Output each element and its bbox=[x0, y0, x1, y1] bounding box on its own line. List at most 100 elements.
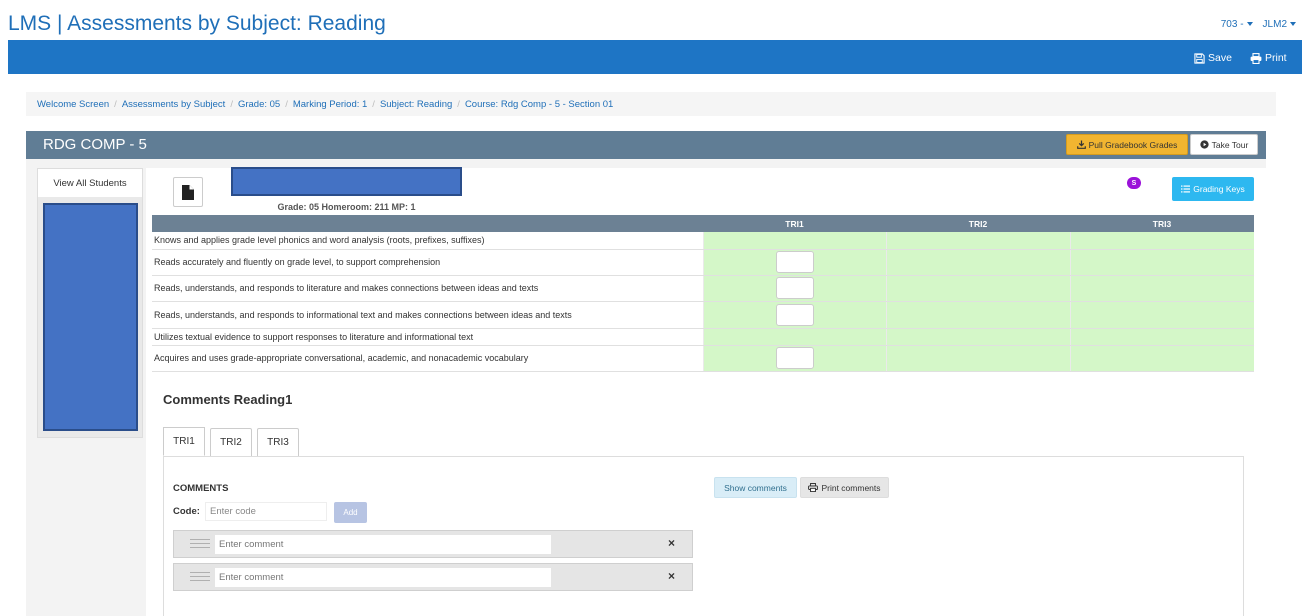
report-document-button[interactable] bbox=[173, 177, 203, 207]
comment-input[interactable] bbox=[215, 535, 551, 554]
student-list-redacted bbox=[43, 203, 138, 431]
app-title: LMS | Assessments by Subject: Reading bbox=[8, 12, 386, 35]
tri1-grade-input[interactable] bbox=[775, 303, 814, 326]
download-icon bbox=[1076, 140, 1086, 149]
tri3-grade-cell bbox=[1069, 232, 1254, 250]
user-dropdown[interactable]: JLM2 bbox=[1263, 19, 1296, 30]
show-comments-button[interactable]: Show comments bbox=[714, 477, 797, 498]
chevron-down-icon bbox=[1246, 22, 1253, 27]
school-dropdown[interactable]: 703 - bbox=[1221, 19, 1253, 30]
breadcrumb-welcome-screen[interactable]: Welcome Screen bbox=[37, 99, 109, 110]
save-button[interactable]: Save bbox=[1194, 52, 1232, 64]
breadcrumb-course[interactable]: Course: Rdg Comp - 5 - Section 01 bbox=[465, 99, 613, 110]
standard-row: Utilizes textual evidence to support res… bbox=[152, 328, 1254, 346]
standard-description: Reads, understands, and responds to info… bbox=[152, 301, 703, 329]
tri3-grade-cell bbox=[1069, 249, 1254, 276]
tri1-grade-input[interactable] bbox=[775, 347, 814, 369]
print-comments-label: Print comments bbox=[821, 482, 881, 493]
standard-row: Reads, understands, and responds to lite… bbox=[152, 275, 1254, 302]
comment-row: × bbox=[173, 563, 693, 591]
tab-tri3[interactable]: TRI3 bbox=[257, 428, 299, 457]
view-all-students-tab[interactable]: View All Students bbox=[38, 169, 142, 197]
tri3-grade-cell bbox=[1069, 301, 1254, 329]
standard-description: Acquires and uses grade-appropriate conv… bbox=[152, 345, 703, 372]
breadcrumb-grade[interactable]: Grade: 05 bbox=[238, 99, 280, 110]
standard-row: Knows and applies grade level phonics an… bbox=[152, 232, 1254, 250]
tri2-grade-cell bbox=[885, 249, 1070, 276]
navbar: Save Print bbox=[8, 40, 1302, 74]
drag-handle-icon[interactable] bbox=[190, 572, 210, 584]
breadcrumb-separator: / bbox=[230, 98, 233, 110]
standard-row: Acquires and uses grade-appropriate conv… bbox=[152, 345, 1254, 372]
breadcrumb: Welcome Screen / Assessments by Subject / … bbox=[26, 92, 1276, 116]
tri2-grade-cell bbox=[885, 328, 1070, 346]
breadcrumb-separator: / bbox=[114, 98, 117, 110]
tri1-grade-cell bbox=[702, 301, 886, 329]
tri2-grade-cell bbox=[885, 275, 1070, 302]
standard-description: Utilizes textual evidence to support res… bbox=[152, 328, 703, 346]
standard-description: Knows and applies grade level phonics an… bbox=[152, 232, 703, 250]
print-button[interactable]: Print bbox=[1250, 52, 1287, 64]
student-info: Grade: 05 Homeroom: 211 MP: 1 bbox=[277, 202, 416, 212]
grade-table-header-row: TRI1 TRI2 TRI3 bbox=[152, 215, 1254, 232]
breadcrumb-subject[interactable]: Subject: Reading bbox=[380, 99, 452, 110]
pull-gradebook-grades-button[interactable]: Pull Gradebook Grades bbox=[1066, 134, 1188, 155]
course-panel-header: RDG COMP - 5 Pull Gradebook Grades Take … bbox=[26, 131, 1266, 159]
take-tour-button[interactable]: Take Tour bbox=[1190, 134, 1258, 155]
close-icon[interactable]: × bbox=[668, 536, 675, 550]
tri1-column-header: TRI1 bbox=[703, 215, 886, 232]
tab-tri2[interactable]: TRI2 bbox=[210, 428, 252, 457]
tri2-grade-cell bbox=[885, 232, 1070, 250]
tri2-column-header: TRI2 bbox=[886, 215, 1070, 232]
comment-row: × bbox=[173, 530, 693, 558]
printer-icon bbox=[808, 483, 819, 492]
document-icon bbox=[182, 184, 194, 200]
grading-keys-button[interactable]: Grading Keys bbox=[1172, 177, 1254, 201]
comments-label: COMMENTS bbox=[173, 483, 229, 494]
chevron-down-icon bbox=[1290, 22, 1296, 27]
grading-scale-badge: S bbox=[1127, 177, 1141, 189]
tab-tri1[interactable]: TRI1 bbox=[163, 427, 205, 456]
print-comments-button[interactable]: Print comments bbox=[800, 477, 889, 498]
student-sidebar: View All Students bbox=[37, 168, 143, 438]
course-title: RDG COMP - 5 bbox=[43, 136, 147, 153]
tri3-grade-cell bbox=[1069, 275, 1254, 302]
grading-keys-label: Grading Keys bbox=[1193, 184, 1245, 194]
floppy-disk-icon bbox=[1194, 52, 1205, 64]
standard-row: Reads, understands, and responds to info… bbox=[152, 301, 1254, 329]
add-code-button[interactable]: Add bbox=[334, 502, 367, 523]
tri3-grade-cell bbox=[1069, 328, 1254, 346]
standard-column-header bbox=[152, 215, 703, 232]
close-icon[interactable]: × bbox=[668, 569, 675, 583]
comments-section-title: Comments Reading1 bbox=[163, 392, 293, 407]
breadcrumb-separator: / bbox=[457, 98, 460, 110]
breadcrumb-marking-period[interactable]: Marking Period: 1 bbox=[293, 99, 367, 110]
comment-input[interactable] bbox=[215, 568, 551, 587]
drag-handle-icon[interactable] bbox=[190, 539, 210, 551]
save-label: Save bbox=[1208, 52, 1232, 64]
tri2-grade-cell bbox=[885, 301, 1070, 329]
tri2-grade-cell bbox=[885, 345, 1070, 372]
tri1-grade-cell bbox=[702, 275, 886, 302]
user-menu: 703 - JLM2 bbox=[1221, 19, 1296, 30]
tri1-grade-input[interactable] bbox=[775, 251, 814, 273]
breadcrumb-separator: / bbox=[285, 98, 288, 110]
tri1-grade-input[interactable] bbox=[775, 277, 814, 299]
school-dropdown-label: 703 - bbox=[1220, 19, 1244, 30]
printer-icon bbox=[1250, 52, 1262, 64]
tri1-grade-cell bbox=[702, 249, 886, 276]
breadcrumb-assessments-by-subject[interactable]: Assessments by Subject bbox=[122, 99, 226, 110]
list-icon bbox=[1181, 185, 1191, 193]
pull-gradebook-grades-label: Pull Gradebook Grades bbox=[1088, 139, 1178, 150]
comment-code-input[interactable] bbox=[205, 502, 327, 521]
standard-description: Reads, understands, and responds to lite… bbox=[152, 275, 703, 302]
code-label: Code: bbox=[173, 506, 200, 517]
standards-grade-table: TRI1 TRI2 TRI3 Knows and applies grade l… bbox=[152, 215, 1254, 372]
print-label: Print bbox=[1265, 52, 1287, 64]
tri3-column-header: TRI3 bbox=[1070, 215, 1254, 232]
tri1-grade-cell bbox=[702, 232, 886, 250]
take-tour-label: Take Tour bbox=[1211, 139, 1249, 150]
play-circle-icon bbox=[1200, 140, 1209, 149]
tri1-grade-cell bbox=[702, 345, 886, 372]
tri3-grade-cell bbox=[1069, 345, 1254, 372]
